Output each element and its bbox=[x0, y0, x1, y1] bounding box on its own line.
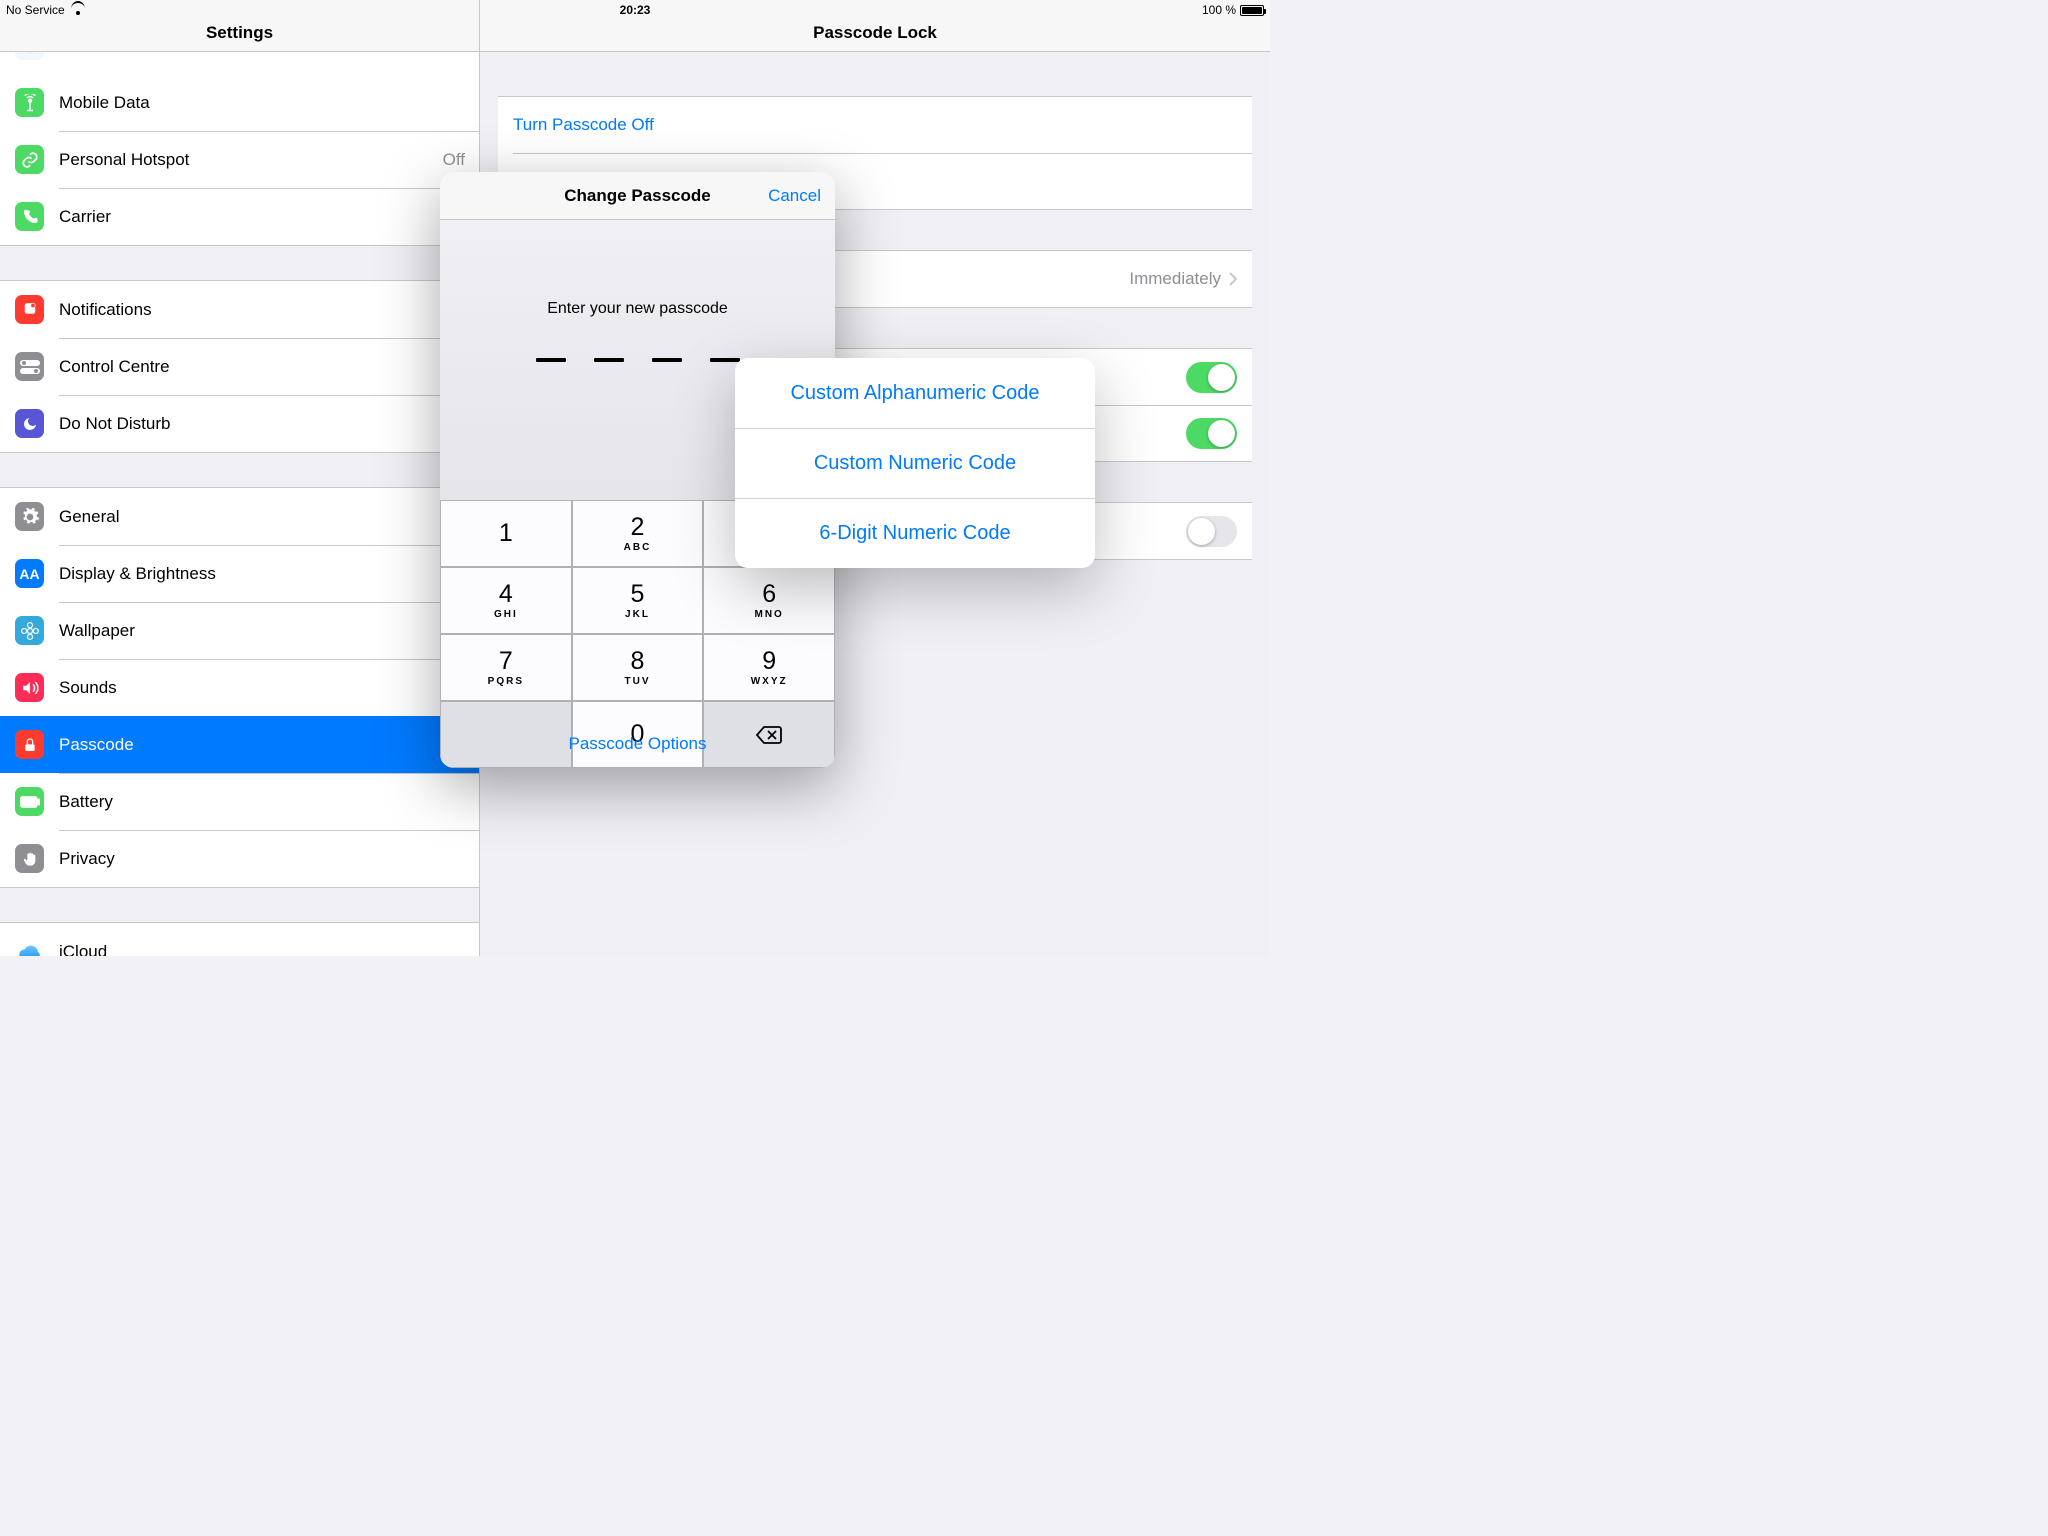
sidebar-item-label: Mobile Data bbox=[59, 93, 465, 113]
toggles-icon bbox=[15, 352, 44, 381]
require-passcode-value: Immediately bbox=[1129, 269, 1221, 289]
sidebar-item-label: Control Centre bbox=[59, 357, 465, 377]
aa-icon: AA bbox=[15, 559, 44, 588]
sidebar-item-label: Notifications bbox=[59, 300, 465, 320]
cancel-button[interactable]: Cancel bbox=[768, 186, 821, 206]
sidebar-item-battery[interactable]: Battery bbox=[0, 773, 479, 830]
antenna-icon bbox=[15, 88, 44, 117]
keypad-6[interactable]: 6MNO bbox=[703, 567, 835, 634]
toggle-switch-2[interactable] bbox=[1186, 418, 1237, 449]
status-bar: No Service 20:23 100 % bbox=[0, 0, 1270, 20]
gear-icon bbox=[15, 502, 44, 531]
sidebar-item-label: Carrier bbox=[59, 207, 465, 227]
keypad-7[interactable]: 7PQRS bbox=[440, 634, 572, 701]
cloud-icon bbox=[15, 937, 44, 956]
sidebar-item-mobile-data[interactable]: Mobile Data bbox=[0, 74, 479, 131]
passcode-options-button[interactable]: Passcode Options bbox=[569, 734, 707, 754]
detail-title: Passcode Lock bbox=[813, 23, 937, 43]
hand-icon bbox=[15, 844, 44, 873]
keypad-8[interactable]: 8TUV bbox=[572, 634, 704, 701]
flower-icon bbox=[15, 616, 44, 645]
keypad-2[interactable]: 2ABC bbox=[572, 500, 704, 567]
sidebar-item-label: Personal Hotspot bbox=[59, 150, 443, 170]
modal-header: Change Passcode Cancel bbox=[440, 172, 835, 220]
passcode-options-popover: Custom Alphanumeric CodeCustom Numeric C… bbox=[735, 358, 1095, 568]
chevron-right-icon bbox=[1229, 272, 1237, 286]
sidebar-item-notifications[interactable]: Notifications bbox=[0, 281, 479, 338]
toggle-switch-erase[interactable] bbox=[1186, 516, 1237, 547]
passcode-prompt: Enter your new passcode bbox=[547, 300, 728, 318]
sidebar-item-label: Battery bbox=[59, 792, 465, 812]
sidebar-item-value: Off bbox=[443, 150, 465, 170]
lock-icon bbox=[15, 730, 44, 759]
phone-icon bbox=[15, 202, 44, 231]
sidebar-item-label: Passcode bbox=[59, 735, 465, 755]
sidebar-item-value: Off bbox=[443, 52, 465, 56]
keypad-blank bbox=[440, 701, 572, 768]
keypad-backspace[interactable] bbox=[703, 701, 835, 768]
sidebar-title: Settings bbox=[206, 23, 273, 43]
sidebar-item-label: Do Not Disturb bbox=[59, 414, 465, 434]
turn-passcode-off-label: Turn Passcode Off bbox=[513, 115, 654, 135]
battery-icon bbox=[15, 787, 44, 816]
sidebar-item-label: Privacy bbox=[59, 849, 465, 869]
sidebar-item-sounds[interactable]: Sounds bbox=[0, 659, 479, 716]
passcode-option-0[interactable]: Custom Alphanumeric Code bbox=[735, 358, 1095, 428]
sidebar-item-passcode[interactable]: Passcode bbox=[0, 716, 479, 773]
toggle-switch-1[interactable] bbox=[1186, 362, 1237, 393]
sidebar-item-label: Display & Brightness bbox=[59, 564, 465, 584]
keypad-1[interactable]: 1 bbox=[440, 500, 572, 567]
speaker-icon bbox=[15, 673, 44, 702]
modal-title: Change Passcode bbox=[564, 186, 710, 206]
sidebar: Settings Bluetooth Off Mobile Data Person… bbox=[0, 0, 480, 956]
sidebar-item-wallpaper[interactable]: Wallpaper bbox=[0, 602, 479, 659]
sidebar-item-label: Bluetooth bbox=[59, 52, 443, 56]
sidebar-item-label: General bbox=[59, 507, 465, 527]
sidebar-item-carrier[interactable]: Carrier bbox=[0, 188, 479, 245]
battery-text: 100 % bbox=[1202, 3, 1236, 17]
sidebar-item-general[interactable]: General bbox=[0, 488, 479, 545]
sidebar-item-personal-hotspot[interactable]: Personal HotspotOff bbox=[0, 131, 479, 188]
sidebar-item-label: iCloud bbox=[59, 942, 465, 957]
sidebar-item-icloud[interactable]: iCloud bbox=[0, 923, 479, 956]
keypad-5[interactable]: 5JKL bbox=[572, 567, 704, 634]
carrier-text: No Service bbox=[6, 3, 65, 17]
moon-icon bbox=[15, 409, 44, 438]
link-icon bbox=[15, 145, 44, 174]
keypad-4[interactable]: 4GHI bbox=[440, 567, 572, 634]
sidebar-item-display-brightness[interactable]: AA Display & Brightness bbox=[0, 545, 479, 602]
battery-icon bbox=[1240, 5, 1264, 16]
passcode-dots bbox=[536, 358, 740, 362]
sidebar-item-do-not-disturb[interactable]: Do Not Disturb bbox=[0, 395, 479, 452]
sidebar-item-label: Sounds bbox=[59, 678, 465, 698]
bluetooth-icon bbox=[15, 52, 44, 60]
sidebar-item-bluetooth[interactable]: Bluetooth Off bbox=[0, 52, 479, 74]
wifi-icon bbox=[71, 3, 85, 17]
sidebar-item-control-centre[interactable]: Control Centre bbox=[0, 338, 479, 395]
sidebar-item-label: Wallpaper bbox=[59, 621, 465, 641]
bell-icon bbox=[15, 295, 44, 324]
passcode-option-1[interactable]: Custom Numeric Code bbox=[735, 428, 1095, 498]
keypad-9[interactable]: 9WXYZ bbox=[703, 634, 835, 701]
status-time: 20:23 bbox=[620, 3, 651, 17]
sidebar-item-privacy[interactable]: Privacy bbox=[0, 830, 479, 887]
turn-passcode-off[interactable]: Turn Passcode Off bbox=[498, 97, 1252, 153]
passcode-option-2[interactable]: 6-Digit Numeric Code bbox=[735, 498, 1095, 568]
